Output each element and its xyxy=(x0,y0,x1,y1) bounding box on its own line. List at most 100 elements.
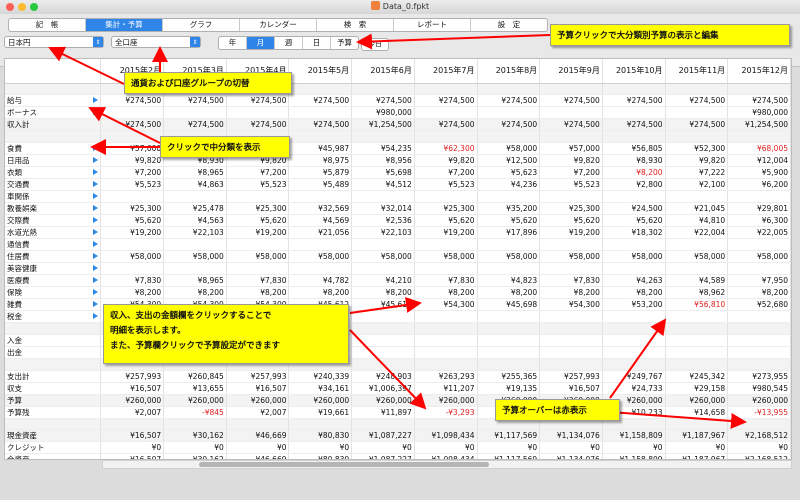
amount-cell[interactable]: ¥22,004 xyxy=(665,226,729,240)
period-button-0[interactable]: 年 xyxy=(219,37,247,49)
amount-cell[interactable]: ¥11,897 xyxy=(351,406,415,419)
amount-cell[interactable]: ¥45,987 xyxy=(288,142,353,156)
amount-cell[interactable]: ¥260,000 xyxy=(665,394,729,407)
amount-cell[interactable]: ¥25,300 xyxy=(100,202,165,216)
amount-cell[interactable]: ¥1,006,397 xyxy=(351,382,415,395)
amount-cell[interactable]: ¥5,620 xyxy=(602,214,666,228)
amount-cell[interactable]: ¥1,187,967 xyxy=(665,429,729,443)
amount-cell[interactable]: ¥8,200 xyxy=(414,286,478,300)
amount-cell[interactable]: ¥19,200 xyxy=(414,226,478,240)
amount-cell[interactable]: ¥260,000 xyxy=(100,394,165,407)
column-header[interactable]: 2015年6月 xyxy=(351,59,415,84)
amount-cell[interactable]: ¥5,620 xyxy=(414,214,478,228)
scrollbar-thumb[interactable] xyxy=(199,462,489,467)
amount-cell[interactable]: ¥45,612 xyxy=(351,298,415,312)
amount-cell[interactable]: ¥58,000 xyxy=(226,250,290,264)
amount-cell[interactable]: ¥260,000 xyxy=(351,394,415,407)
amount-cell[interactable]: ¥25,300 xyxy=(539,202,603,216)
amount-cell[interactable]: ¥24,733 xyxy=(602,382,666,395)
column-header[interactable]: 2015年11月 xyxy=(665,59,729,84)
amount-cell[interactable]: ¥260,000 xyxy=(288,394,353,407)
expand-triangle-icon[interactable] xyxy=(93,265,99,272)
period-button-3[interactable]: 日 xyxy=(303,37,331,49)
amount-cell[interactable]: ¥274,500 xyxy=(414,94,478,108)
amount-cell[interactable]: ¥56,805 xyxy=(602,142,666,156)
amount-cell[interactable]: ¥5,900 xyxy=(727,166,791,180)
amount-cell[interactable]: ¥255,365 xyxy=(477,370,541,383)
amount-cell[interactable]: ¥4,210 xyxy=(351,274,415,288)
expand-triangle-icon[interactable] xyxy=(93,205,99,212)
amount-cell[interactable]: ¥5,523 xyxy=(100,178,165,192)
amount-cell[interactable]: ¥273,955 xyxy=(727,370,791,383)
amount-cell[interactable]: ¥52,680 xyxy=(727,298,791,312)
amount-cell[interactable]: ¥5,698 xyxy=(351,166,415,180)
amount-cell[interactable]: ¥0 xyxy=(226,441,290,455)
amount-cell[interactable]: ¥54,300 xyxy=(414,298,478,312)
amount-cell[interactable]: ¥8,200 xyxy=(602,166,666,180)
amount-cell[interactable]: ¥14,658 xyxy=(665,406,729,419)
account-select[interactable]: 全口座 ⇕ xyxy=(111,36,201,48)
amount-cell[interactable]: ¥25,478 xyxy=(163,202,227,216)
amount-cell[interactable]: ¥0 xyxy=(665,441,729,455)
expand-triangle-icon[interactable] xyxy=(93,289,99,296)
amount-cell[interactable]: ¥0 xyxy=(477,441,541,455)
amount-cell[interactable]: ¥5,620 xyxy=(226,214,290,228)
amount-cell[interactable]: ¥21,045 xyxy=(665,202,729,216)
amount-cell[interactable]: ¥2,007 xyxy=(100,406,165,419)
amount-cell[interactable]: ¥1,158,809 xyxy=(602,429,666,443)
expand-triangle-icon[interactable] xyxy=(93,229,99,236)
amount-cell[interactable]: ¥7,200 xyxy=(226,166,290,180)
amount-cell[interactable]: ¥4,263 xyxy=(602,274,666,288)
amount-cell[interactable]: ¥5,620 xyxy=(477,214,541,228)
column-header[interactable]: 2015年7月 xyxy=(414,59,478,84)
amount-cell[interactable]: ¥32,014 xyxy=(351,202,415,216)
expand-triangle-icon[interactable] xyxy=(93,193,99,200)
amount-cell[interactable]: ¥0 xyxy=(351,441,415,455)
expand-triangle-icon[interactable] xyxy=(93,97,99,104)
amount-cell[interactable]: ¥53,200 xyxy=(602,298,666,312)
amount-cell[interactable]: ¥19,135 xyxy=(477,382,541,395)
amount-cell[interactable]: ¥257,993 xyxy=(226,370,290,383)
amount-cell[interactable]: ¥274,500 xyxy=(226,118,290,132)
amount-cell[interactable]: ¥274,500 xyxy=(163,118,227,132)
amount-cell[interactable]: ¥248,903 xyxy=(351,370,415,383)
amount-cell[interactable]: ¥9,820 xyxy=(539,154,603,168)
amount-cell[interactable]: ¥0 xyxy=(602,441,666,455)
today-button[interactable]: 今日 xyxy=(361,38,389,51)
amount-cell[interactable]: ¥274,500 xyxy=(100,94,165,108)
amount-cell[interactable]: ¥0 xyxy=(539,441,603,455)
expand-triangle-icon[interactable] xyxy=(93,169,99,176)
amount-cell[interactable]: ¥4,863 xyxy=(163,178,227,192)
period-button-4[interactable]: 予算 xyxy=(331,37,358,49)
amount-cell[interactable]: ¥7,830 xyxy=(414,274,478,288)
amount-cell[interactable]: ¥4,782 xyxy=(288,274,353,288)
tab-3[interactable]: カレンダー xyxy=(240,19,317,31)
amount-cell[interactable]: ¥249,767 xyxy=(602,370,666,383)
amount-cell[interactable]: ¥58,000 xyxy=(477,250,541,264)
amount-cell[interactable]: ¥56,810 xyxy=(665,298,729,312)
amount-cell[interactable]: ¥9,820 xyxy=(414,154,478,168)
amount-cell[interactable]: ¥8,965 xyxy=(163,274,227,288)
amount-cell[interactable]: ¥6,200 xyxy=(727,178,791,192)
amount-cell[interactable]: ¥8,200 xyxy=(477,286,541,300)
amount-cell[interactable]: ¥274,500 xyxy=(602,94,666,108)
expand-triangle-icon[interactable] xyxy=(93,301,99,308)
amount-cell[interactable]: ¥980,000 xyxy=(351,106,415,120)
amount-cell[interactable]: ¥80,830 xyxy=(288,429,353,443)
amount-cell[interactable]: ¥9,820 xyxy=(100,154,165,168)
amount-cell[interactable]: ¥12,500 xyxy=(477,154,541,168)
amount-cell[interactable]: ¥0 xyxy=(288,441,353,455)
amount-cell[interactable]: ¥274,500 xyxy=(414,118,478,132)
amount-cell[interactable]: ¥5,620 xyxy=(100,214,165,228)
amount-cell[interactable]: ¥25,300 xyxy=(226,202,290,216)
amount-cell[interactable]: ¥0 xyxy=(414,441,478,455)
amount-cell[interactable]: ¥5,623 xyxy=(477,166,541,180)
amount-cell[interactable]: ¥4,563 xyxy=(163,214,227,228)
amount-cell[interactable]: ¥8,200 xyxy=(727,286,791,300)
amount-cell[interactable]: ¥7,222 xyxy=(665,166,729,180)
amount-cell[interactable]: ¥5,489 xyxy=(288,178,353,192)
amount-cell[interactable]: ¥274,500 xyxy=(226,94,290,108)
amount-cell[interactable]: ¥257,993 xyxy=(100,370,165,383)
amount-cell[interactable]: ¥0 xyxy=(163,441,227,455)
amount-cell[interactable]: ¥19,200 xyxy=(539,226,603,240)
